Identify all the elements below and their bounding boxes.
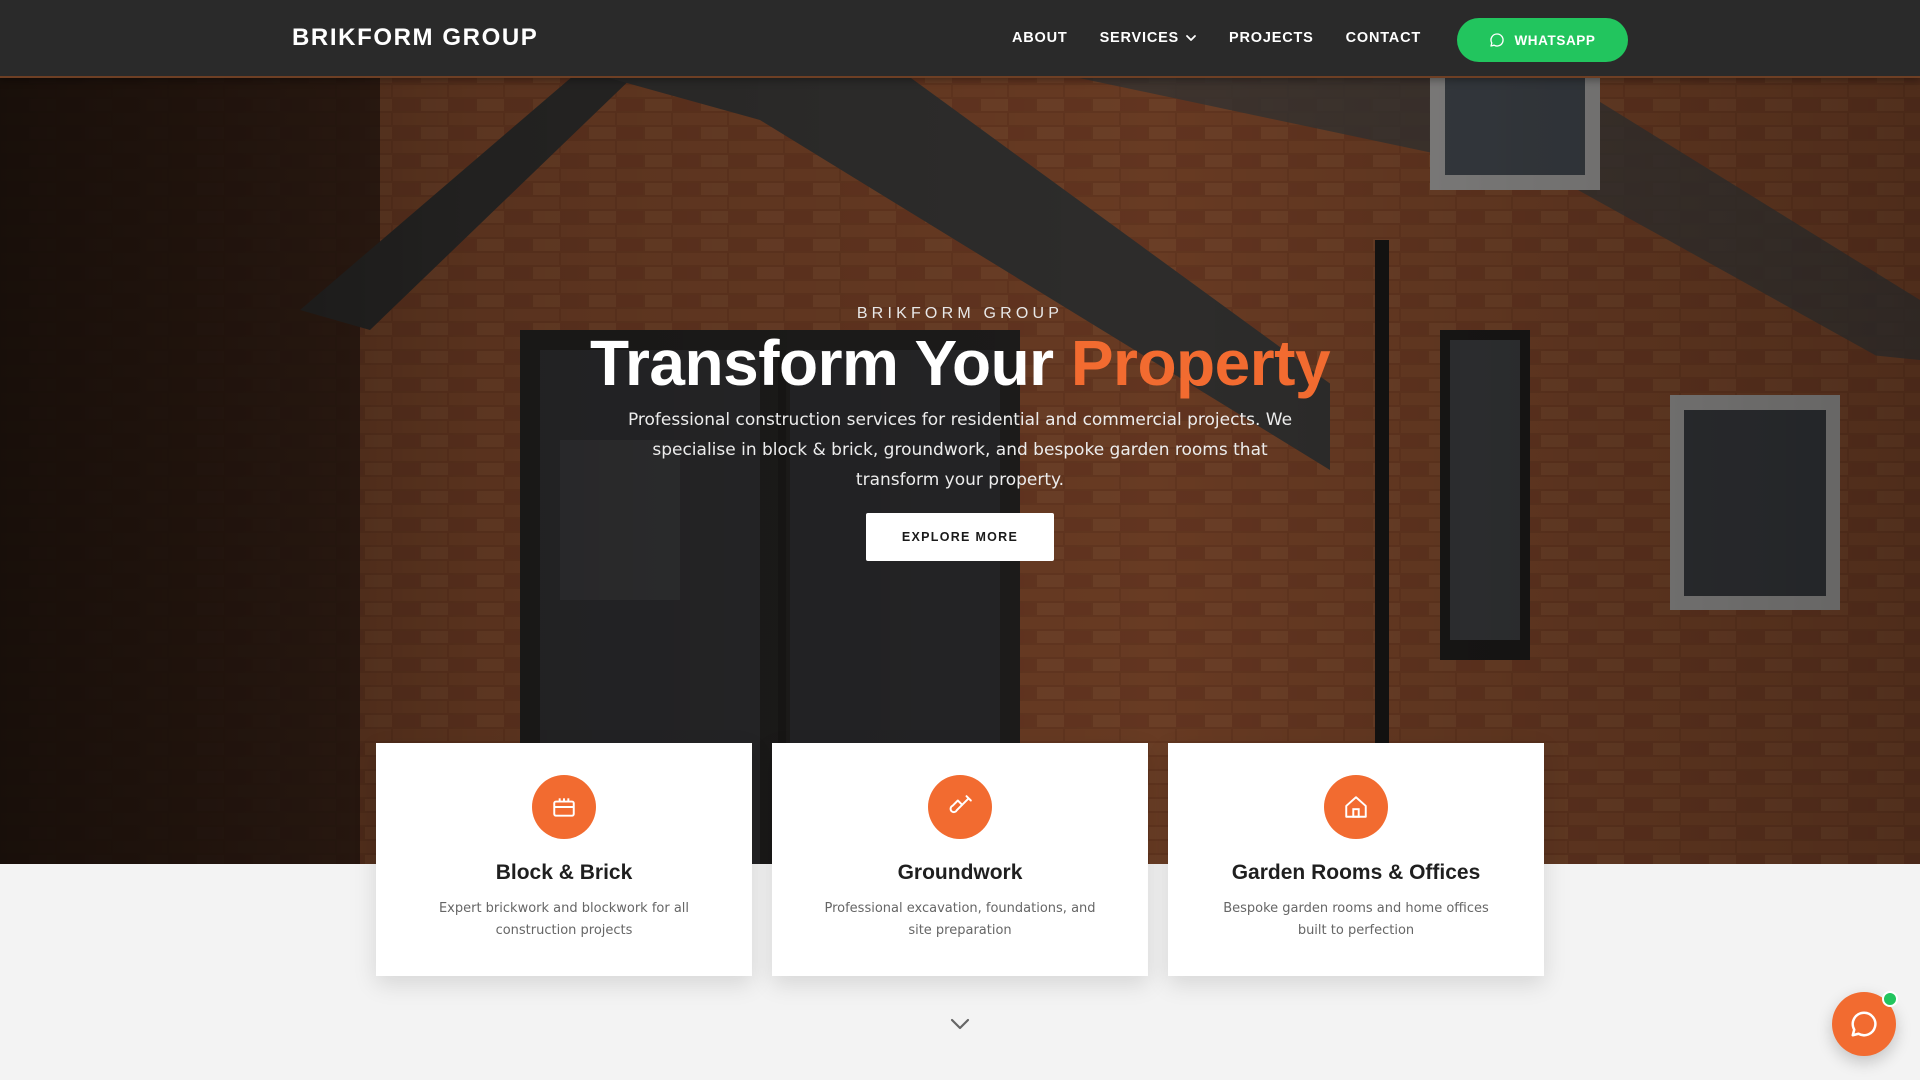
card-description: Bespoke garden rooms and home offices bu… xyxy=(1223,901,1489,938)
hero-subtext: Professional construction services for r… xyxy=(627,410,1293,490)
chat-bubble-icon xyxy=(1490,33,1505,47)
card-title: Groundwork xyxy=(897,861,1023,884)
chevron-down-icon[interactable] xyxy=(948,1012,972,1036)
nav-links: ABOUT SERVICES PROJECTS CONTACT xyxy=(1012,30,1453,46)
shovel-icon xyxy=(949,795,972,814)
online-status-dot xyxy=(1882,991,1898,1007)
service-cards: Block & Brick Expert brickwork and block… xyxy=(376,743,1544,976)
explore-more-button[interactable]: EXPLORE MORE xyxy=(866,513,1054,561)
card-icon-circle xyxy=(532,775,596,839)
card-description: Professional excavation, foundations, an… xyxy=(824,901,1096,938)
whatsapp-button[interactable]: WHATSAPP xyxy=(1457,18,1628,62)
nav-item-label: SERVICES xyxy=(1099,30,1180,46)
hero-headline: Transform Your Property xyxy=(0,326,1920,400)
nav-item-about[interactable]: ABOUT xyxy=(1012,30,1068,46)
card-icon-circle xyxy=(1324,775,1388,839)
nav-item-contact[interactable]: CONTACT xyxy=(1346,30,1421,46)
whatsapp-label: WHATSAPP xyxy=(1514,32,1596,48)
nav-item-label: ABOUT xyxy=(1012,30,1068,46)
brand-logo[interactable]: BRIKFORM GROUP xyxy=(292,24,538,52)
headline-main: Transform Your xyxy=(589,327,1054,399)
top-navbar: BRIKFORM GROUP ABOUT SERVICES PROJECTS C… xyxy=(0,0,1920,78)
hero-eyebrow: BRIKFORM GROUP xyxy=(856,305,1064,322)
nav-item-projects[interactable]: PROJECTS xyxy=(1229,30,1314,46)
chat-bubble-icon xyxy=(1851,1011,1877,1037)
house-icon xyxy=(1345,796,1367,818)
nav-item-label: CONTACT xyxy=(1345,30,1421,46)
card-title: Garden Rooms & Offices xyxy=(1231,861,1481,884)
nav-item-label: PROJECTS xyxy=(1229,30,1314,46)
chat-widget-button[interactable] xyxy=(1832,991,1898,1056)
headline-accent: Property xyxy=(1070,327,1331,399)
service-card-groundwork[interactable]: Groundwork Professional excavation, foun… xyxy=(772,743,1148,976)
service-card-garden-rooms[interactable]: Garden Rooms & Offices Bespoke garden ro… xyxy=(1168,743,1544,976)
card-icon-circle xyxy=(928,775,992,839)
nav-item-services[interactable]: SERVICES xyxy=(1100,30,1197,46)
card-description: Expert brickwork and blockwork for all c… xyxy=(438,901,690,938)
service-card-block-brick[interactable]: Block & Brick Expert brickwork and block… xyxy=(376,743,752,976)
chevron-down-icon xyxy=(1186,35,1196,41)
brick-icon xyxy=(553,798,575,817)
card-title: Block & Brick xyxy=(495,861,633,884)
